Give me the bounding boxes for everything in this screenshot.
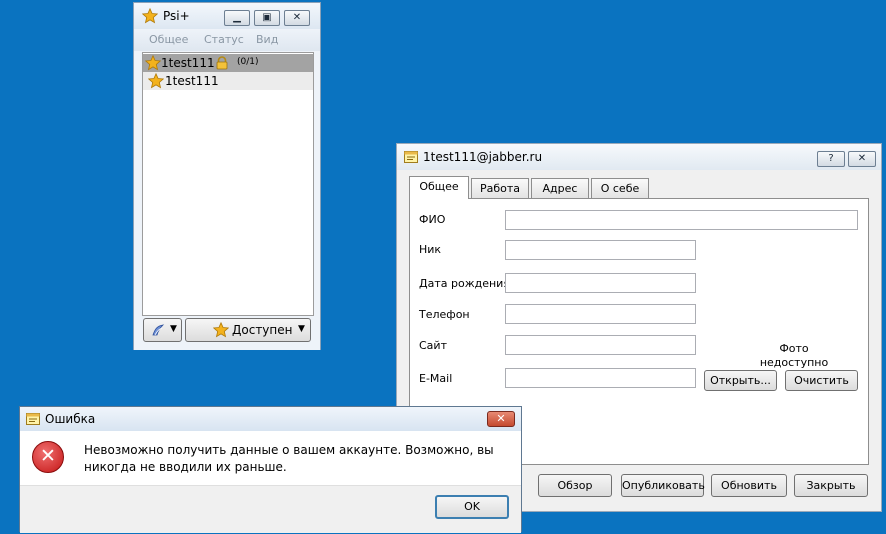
site-field[interactable]: [505, 335, 696, 355]
contact-list[interactable]: 1test111 (0/1) 1test111: [142, 52, 314, 316]
tab-about[interactable]: О себе: [591, 178, 649, 198]
account-name: 1test111: [161, 56, 215, 70]
nick-field[interactable]: [505, 240, 696, 260]
nick-label: Ник: [419, 243, 442, 256]
lock-icon: [216, 56, 228, 70]
clear-photo-button[interactable]: Очистить: [785, 370, 858, 391]
psi-bottombar: ▼ Доступен ▼: [134, 316, 320, 350]
minimize-icon: ▁: [233, 12, 241, 23]
status-button[interactable]: Доступен ▼: [185, 318, 311, 342]
photo-placeholder: Фото недоступно: [746, 342, 842, 370]
email-field[interactable]: [505, 368, 696, 388]
psi-main-window: Psi+ ▁ ▣ ✕ Общее Статус Вид 1test111 (0/…: [133, 2, 321, 350]
dropdown-arrow-icon: ▼: [170, 324, 177, 334]
help-button[interactable]: ?: [817, 151, 845, 167]
psi-titlebar[interactable]: Psi+ ▁ ▣ ✕: [134, 3, 320, 29]
info-window-icon: [403, 149, 419, 165]
contact-row-account[interactable]: 1test111 (0/1): [143, 54, 313, 72]
main-menu-button[interactable]: ▼: [143, 318, 182, 342]
publish-button[interactable]: Опубликовать: [621, 474, 705, 497]
phone-label: Телефон: [419, 308, 470, 321]
status-label: Доступен: [232, 323, 293, 337]
birthday-label: Дата рождения: [419, 277, 510, 290]
full-name-field[interactable]: [505, 210, 858, 230]
tab-general[interactable]: Общее: [409, 176, 469, 199]
menu-general[interactable]: Общее: [149, 33, 188, 46]
dropdown-arrow-icon: ▼: [298, 324, 305, 334]
ok-button[interactable]: OK: [435, 495, 509, 519]
photo-text-line1: Фото: [779, 342, 809, 355]
online-star-icon: [148, 73, 164, 89]
maximize-button[interactable]: ▣: [254, 10, 280, 26]
error-window-icon: [25, 411, 41, 427]
psi-logo-icon: [152, 324, 165, 336]
full-name-label: ФИО: [419, 213, 446, 226]
contact-name: 1test111: [165, 74, 219, 88]
help-icon: ?: [828, 153, 834, 164]
info-window-title: 1test111@jabber.ru: [423, 150, 543, 164]
refresh-button[interactable]: Обновить: [711, 474, 787, 497]
contact-row[interactable]: 1test111: [143, 72, 313, 90]
psi-star-icon: [142, 8, 158, 24]
open-photo-button[interactable]: Открыть...: [704, 370, 777, 391]
account-count-badge: (0/1): [237, 57, 259, 67]
close-button[interactable]: ✕: [848, 151, 876, 167]
error-icon: ✕: [32, 441, 64, 473]
error-footer: OK: [20, 485, 521, 533]
online-star-icon: [145, 55, 161, 71]
menu-view[interactable]: Вид: [256, 33, 278, 46]
site-label: Сайт: [419, 339, 447, 352]
phone-field[interactable]: [505, 304, 696, 324]
psi-window-title: Psi+: [163, 9, 190, 23]
error-titlebar[interactable]: Ошибка ✕: [20, 407, 521, 431]
close-dialog-button[interactable]: Закрыть: [794, 474, 868, 497]
error-title: Ошибка: [45, 412, 96, 426]
minimize-button[interactable]: ▁: [224, 10, 250, 26]
error-message: Невозможно получить данные о вашем аккау…: [84, 443, 494, 474]
close-icon: ✕: [496, 412, 506, 425]
tab-work[interactable]: Работа: [471, 178, 529, 198]
tab-address[interactable]: Адрес: [531, 178, 589, 198]
error-dialog: Ошибка ✕ ✕ Невозможно получить данные о …: [19, 406, 522, 533]
close-icon: ✕: [857, 153, 867, 164]
psi-menubar: Общее Статус Вид: [134, 29, 320, 51]
close-button[interactable]: ✕: [284, 10, 310, 26]
maximize-icon: ▣: [262, 12, 272, 23]
photo-text-line2: недоступно: [759, 356, 829, 369]
error-close-button[interactable]: ✕: [487, 411, 515, 427]
birthday-field[interactable]: [505, 273, 696, 293]
browse-button[interactable]: Обзор: [538, 474, 612, 497]
email-label: E-Mail: [419, 372, 453, 385]
menu-status[interactable]: Статус: [204, 33, 244, 46]
info-titlebar[interactable]: 1test111@jabber.ru ? ✕: [397, 144, 881, 170]
close-icon: ✕: [292, 12, 302, 23]
status-star-icon: [213, 322, 229, 338]
